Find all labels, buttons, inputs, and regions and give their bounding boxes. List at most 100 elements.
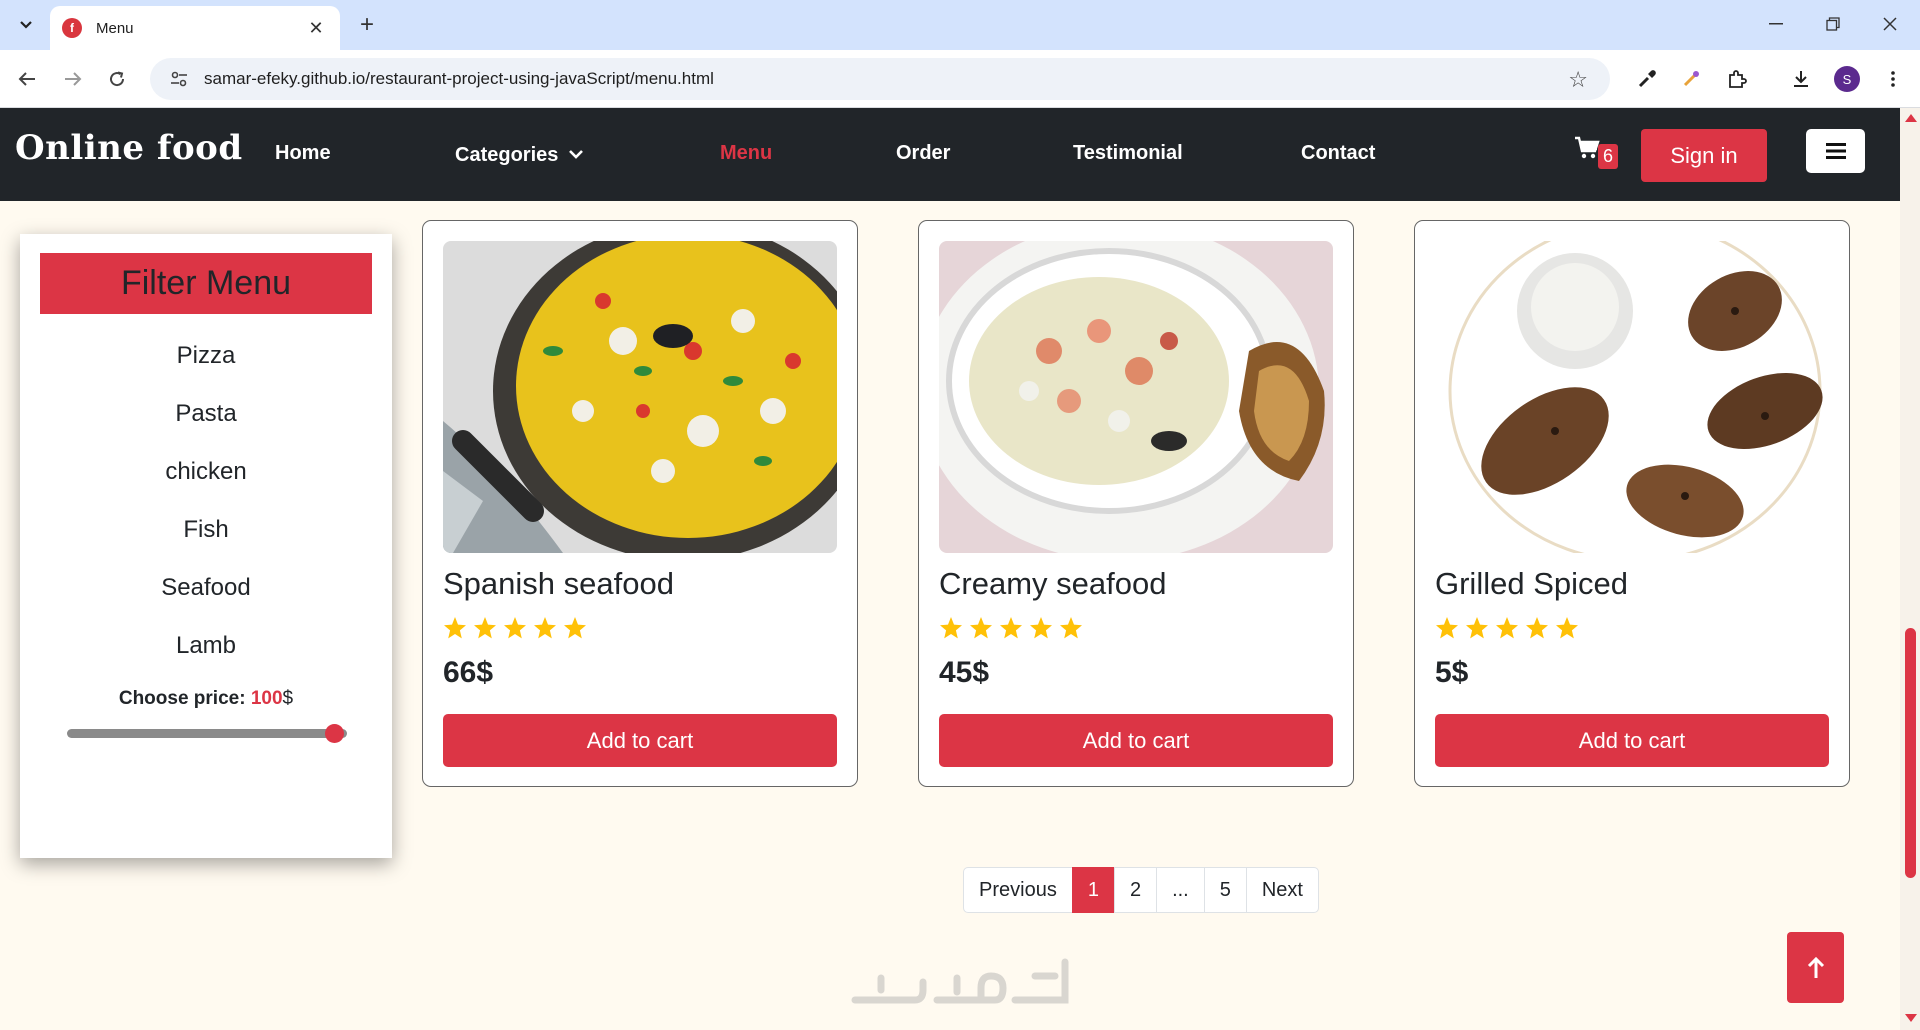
add-to-cart-button[interactable]: Add to cart <box>1435 714 1829 767</box>
card-price: 66$ <box>443 656 494 689</box>
cart-button[interactable]: 6 <box>1574 136 1619 169</box>
page-scrollbar[interactable] <box>1900 108 1920 1030</box>
address-bar[interactable]: samar-efeky.github.io/restaurant-project… <box>150 58 1610 100</box>
chevron-down-icon <box>20 21 32 29</box>
download-icon[interactable] <box>1786 64 1816 94</box>
reload-button[interactable] <box>100 62 134 96</box>
minimize-icon <box>1769 23 1783 25</box>
tab-title: Menu <box>96 19 134 37</box>
star-icon <box>940 617 962 639</box>
browser-toolbar: samar-efeky.github.io/restaurant-project… <box>0 50 1920 108</box>
menu-card: Spanish seafood 66$ Add to cart <box>422 220 858 787</box>
price-filter-label: Choose price: 100$ <box>20 688 392 710</box>
card-price: 5$ <box>1435 656 1469 689</box>
restore-window-button[interactable] <box>1813 8 1853 40</box>
price-slider-track[interactable] <box>67 729 347 738</box>
minimize-window-button[interactable] <box>1756 8 1796 40</box>
close-window-button[interactable] <box>1870 8 1910 40</box>
new-tab-button[interactable]: + <box>352 10 382 40</box>
nav-contact[interactable]: Contact <box>1301 142 1375 165</box>
pagination-page-5[interactable]: 5 <box>1203 867 1247 913</box>
pagination-next[interactable]: Next <box>1245 867 1319 913</box>
arrow-up-icon <box>1807 956 1824 978</box>
back-button[interactable] <box>10 62 44 96</box>
chevron-down-icon <box>568 142 584 165</box>
browser-tab-bar: f Menu ✕ + <box>0 0 1920 50</box>
filter-item-pasta[interactable]: Pasta <box>20 400 392 428</box>
url-text: samar-efeky.github.io/restaurant-project… <box>204 69 714 88</box>
color-extension-icon[interactable] <box>1676 64 1706 94</box>
sign-in-button[interactable]: Sign in <box>1641 129 1767 182</box>
close-tab-icon[interactable]: ✕ <box>304 18 328 39</box>
star-icon <box>444 617 466 639</box>
nav-categories-label: Categories <box>455 144 559 166</box>
pagination-ellipsis: ... <box>1156 867 1205 913</box>
star-icon <box>1436 617 1458 639</box>
add-to-cart-button[interactable]: Add to cart <box>939 714 1333 767</box>
price-unit: $ <box>282 688 294 709</box>
filter-item-lamb[interactable]: Lamb <box>20 632 392 660</box>
pagination-page-1[interactable]: 1 <box>1071 867 1115 913</box>
cart-count-badge: 6 <box>1598 144 1619 169</box>
star-icon <box>1556 617 1578 639</box>
filter-item-pizza[interactable]: Pizza <box>20 342 392 370</box>
card-title: Grilled Spiced <box>1435 566 1628 601</box>
menu-card: Grilled Spiced 5$ Add to cart <box>1414 220 1850 787</box>
price-label-text: Choose price: <box>118 688 246 709</box>
add-to-cart-button[interactable]: Add to cart <box>443 714 837 767</box>
site-favicon-icon: f <box>62 18 82 38</box>
nav-testimonial[interactable]: Testimonial <box>1073 142 1183 165</box>
price-slider-thumb[interactable] <box>325 724 344 743</box>
nav-categories[interactable]: Categories <box>455 142 584 167</box>
hamburger-menu-button[interactable] <box>1806 129 1865 173</box>
spanish-seafood-image <box>443 241 837 553</box>
star-icon <box>474 617 496 639</box>
brand-logo[interactable]: Online food <box>15 128 243 168</box>
creamy-seafood-image <box>939 241 1333 553</box>
filter-menu-panel: Filter Menu Pizza Pasta chicken Fish Sea… <box>20 234 392 858</box>
nav-menu[interactable]: Menu <box>720 142 772 165</box>
extensions-puzzle-icon[interactable] <box>1722 64 1752 94</box>
scrollbar-thumb[interactable] <box>1905 628 1916 878</box>
scroll-down-arrow-icon[interactable] <box>1905 1014 1917 1022</box>
grilled-spiced-image <box>1435 241 1829 553</box>
close-icon <box>1883 17 1897 31</box>
star-rating <box>1435 616 1579 640</box>
star-icon <box>504 617 526 639</box>
filter-item-chicken[interactable]: chicken <box>20 458 392 486</box>
eyedropper-extension-icon[interactable] <box>1632 64 1662 94</box>
browser-menu-icon[interactable] <box>1878 64 1908 94</box>
price-value: 100 <box>250 688 283 709</box>
arrow-left-icon <box>18 72 35 86</box>
nav-home[interactable]: Home <box>275 142 331 165</box>
scroll-up-arrow-icon[interactable] <box>1905 114 1917 122</box>
forward-button[interactable] <box>56 62 90 96</box>
star-icon <box>1526 617 1548 639</box>
star-icon <box>1496 617 1518 639</box>
filter-menu-title: Filter Menu <box>40 253 372 314</box>
bookmark-star-icon[interactable]: ☆ <box>1568 67 1588 93</box>
star-icon <box>1000 617 1022 639</box>
site-info-icon[interactable] <box>168 68 190 90</box>
nav-order[interactable]: Order <box>896 142 950 165</box>
profile-avatar[interactable]: S <box>1834 66 1860 92</box>
card-price: 45$ <box>939 656 990 689</box>
back-to-top-button[interactable] <box>1787 932 1844 1003</box>
pagination-page-2[interactable]: 2 <box>1113 867 1158 913</box>
star-icon <box>1466 617 1488 639</box>
filter-item-seafood[interactable]: Seafood <box>20 574 392 602</box>
cart-icon <box>1575 136 1600 159</box>
star-icon <box>564 617 586 639</box>
star-icon <box>1030 617 1052 639</box>
restore-icon <box>1826 17 1840 31</box>
card-title: Creamy seafood <box>939 566 1167 601</box>
filter-item-fish[interactable]: Fish <box>20 516 392 544</box>
star-icon <box>970 617 992 639</box>
browser-tab[interactable]: f Menu ✕ <box>50 6 340 50</box>
pagination-previous[interactable]: Previous <box>963 867 1073 913</box>
star-icon <box>1060 617 1082 639</box>
pagination: Previous 1 2 ... 5 Next <box>963 867 1319 913</box>
tab-search-button[interactable] <box>10 10 42 40</box>
reload-icon <box>110 71 125 87</box>
site-navbar: Online food Home Categories Menu Order T… <box>0 108 1900 201</box>
